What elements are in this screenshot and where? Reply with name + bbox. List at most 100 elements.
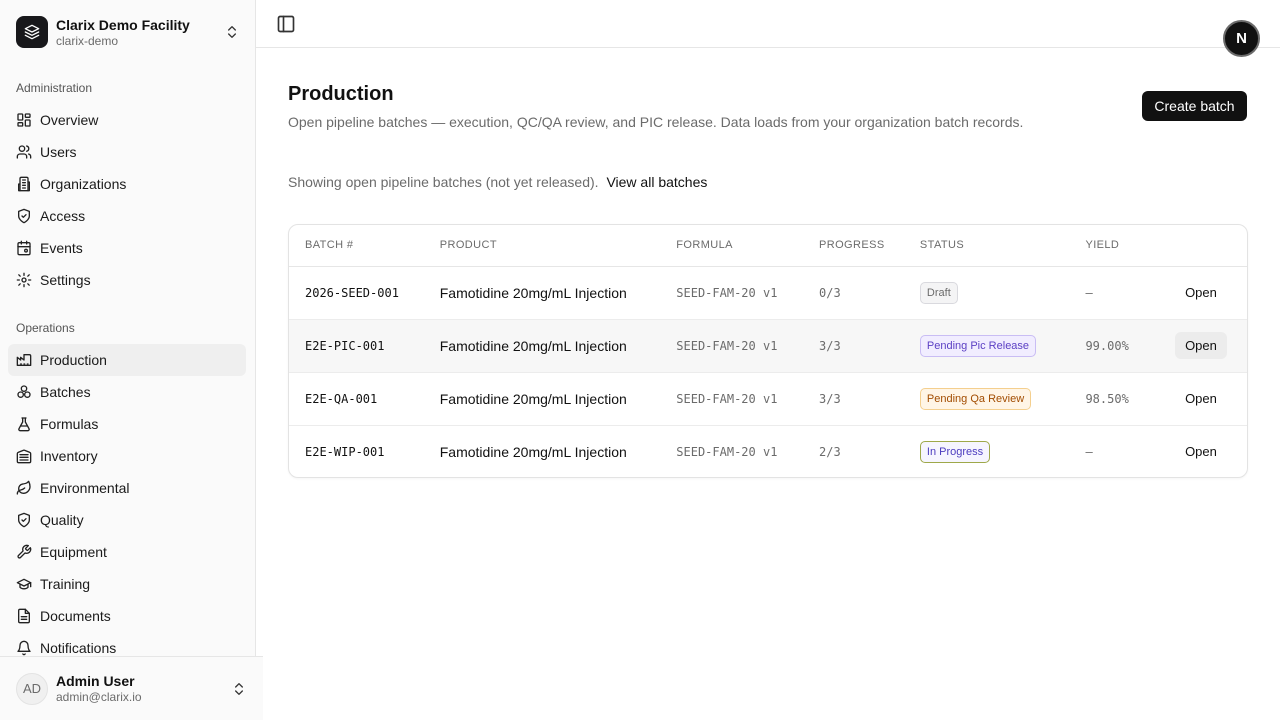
status-badge: Pending Pic Release — [919, 334, 1037, 357]
yield: — — [1085, 285, 1093, 300]
sidebar-item-label: Training — [40, 576, 91, 592]
sidebar-item-label: Events — [40, 240, 83, 256]
sidebar-item-organizations[interactable]: Organizations — [8, 168, 246, 200]
yield: 99.00% — [1085, 338, 1129, 353]
layers-logo-icon — [16, 16, 48, 48]
open-batch-button[interactable]: Open — [1175, 279, 1227, 306]
formula: SEED-FAM-20 v1 — [676, 338, 778, 353]
sidebar-item-label: Equipment — [40, 544, 107, 560]
progress: 0/3 — [819, 285, 841, 300]
warehouse-icon — [16, 448, 32, 464]
open-batch-button[interactable]: Open — [1175, 332, 1227, 359]
column-header-yield[interactable]: YIELD — [1069, 225, 1160, 267]
org-switcher[interactable]: Clarix Demo Facility clarix-demo — [8, 8, 248, 56]
user-text: Admin User admin@clarix.io — [56, 672, 231, 705]
action-cell: Open — [1159, 319, 1247, 372]
sidebar-item-label: Users — [40, 144, 77, 160]
sidebar-item-label: Organizations — [40, 176, 127, 192]
column-header-actions — [1159, 225, 1247, 267]
formula: SEED-FAM-20 v1 — [676, 444, 778, 459]
status-cell: Pending Qa Review — [904, 372, 1070, 425]
action-cell: Open — [1159, 266, 1247, 319]
product-name: Famotidine 20mg/mL Injection — [439, 337, 627, 354]
sidebar-item-label: Documents — [40, 608, 111, 624]
sidebar-item-label: Notifications — [40, 640, 117, 656]
batches-table-card: BATCH # PRODUCT FORMULA PROGRESS STATUS … — [288, 224, 1248, 478]
yield: 98.50% — [1085, 391, 1129, 406]
profile-badge[interactable]: N — [1223, 20, 1260, 57]
open-batch-button[interactable]: Open — [1175, 385, 1227, 412]
table-row[interactable]: E2E-WIP-001 Famotidine 20mg/mL Injection… — [289, 425, 1247, 477]
action-cell: Open — [1159, 425, 1247, 477]
sidebar-item-batches[interactable]: Batches — [8, 376, 246, 408]
wrench-icon — [16, 544, 32, 560]
org-slug: clarix-demo — [56, 33, 119, 48]
user-menu[interactable]: AD Admin User admin@clarix.io — [0, 656, 263, 720]
sidebar-item-label: Environmental — [40, 480, 130, 496]
factory-icon — [16, 352, 32, 368]
column-header-status[interactable]: STATUS — [903, 225, 1070, 267]
column-header-formula[interactable]: FORMULA — [660, 225, 804, 267]
leaf-icon — [16, 480, 32, 496]
filter-text: Showing open pipeline batches (not yet r… — [288, 174, 599, 190]
avatar: AD — [16, 672, 48, 705]
bell-icon — [16, 640, 32, 656]
section-label-administration: Administration — [16, 81, 93, 95]
sidebar-item-access[interactable]: Access — [8, 200, 246, 232]
sidebar-item-production[interactable]: Production — [8, 344, 246, 376]
sidebar-item-label: Inventory — [40, 448, 98, 464]
user-email: admin@clarix.io — [56, 690, 142, 704]
sidebar-item-inventory[interactable]: Inventory — [8, 440, 246, 472]
org-name: Clarix Demo Facility — [56, 16, 190, 33]
sidebar-item-settings[interactable]: Settings — [8, 264, 246, 296]
sidebar-item-events[interactable]: Events — [8, 232, 246, 264]
table-row[interactable]: E2E-PIC-001 Famotidine 20mg/mL Injection… — [289, 319, 1247, 372]
sidebar: Clarix Demo Facility clarix-demo Adminis… — [0, 0, 263, 720]
sidebar-item-documents[interactable]: Documents — [8, 600, 246, 632]
column-header-product[interactable]: PRODUCT — [423, 225, 661, 267]
sidebar-item-label: Settings — [40, 272, 91, 288]
table-row[interactable]: 2026-SEED-001 Famotidine 20mg/mL Injecti… — [289, 266, 1247, 319]
sidebar-item-equipment[interactable]: Equipment — [8, 536, 246, 568]
page-title: Production — [288, 83, 394, 105]
progress: 2/3 — [819, 444, 841, 459]
column-header-progress[interactable]: PROGRESS — [803, 225, 904, 267]
product-name: Famotidine 20mg/mL Injection — [439, 284, 627, 301]
column-header-batch[interactable]: BATCH # — [289, 225, 424, 267]
table-row[interactable]: E2E-QA-001 Famotidine 20mg/mL Injection … — [289, 372, 1247, 425]
status-badge: Pending Qa Review — [919, 387, 1032, 410]
status-cell: In Progress — [904, 425, 1070, 477]
open-batch-button[interactable]: Open — [1175, 438, 1227, 465]
batch-number: E2E-WIP-001 — [305, 444, 385, 459]
progress: 3/3 — [819, 338, 841, 353]
yield: — — [1085, 444, 1093, 459]
shield-check-icon — [16, 208, 32, 224]
sidebar-item-formulas[interactable]: Formulas — [8, 408, 246, 440]
chevrons-up-down-icon — [228, 26, 236, 38]
sidebar-item-label: Quality — [40, 512, 84, 528]
sidebar-toggle-icon[interactable] — [276, 14, 296, 34]
progress: 3/3 — [819, 391, 841, 406]
sidebar-item-overview[interactable]: Overview — [8, 104, 246, 136]
calendar-icon — [16, 240, 32, 256]
view-all-batches-link[interactable]: View all batches — [606, 174, 707, 190]
action-cell: Open — [1159, 372, 1247, 425]
section-label-operations: Operations — [16, 321, 75, 335]
sidebar-item-label: Batches — [40, 384, 91, 400]
formula: SEED-FAM-20 v1 — [676, 391, 778, 406]
chevrons-up-down-icon — [235, 682, 243, 695]
batch-number: E2E-PIC-001 — [305, 338, 385, 353]
sidebar-item-quality[interactable]: Quality — [8, 504, 246, 536]
sidebar-item-training[interactable]: Training — [8, 568, 246, 600]
page-description: Open pipeline batches — execution, QC/QA… — [288, 114, 1024, 130]
batch-number: E2E-QA-001 — [305, 391, 378, 406]
app-root: Clarix Demo Facility clarix-demo Adminis… — [0, 0, 1280, 720]
formula: SEED-FAM-20 v1 — [676, 285, 778, 300]
sidebar-item-users[interactable]: Users — [8, 136, 246, 168]
status-badge: Draft — [919, 281, 958, 304]
sidebar-item-environmental[interactable]: Environmental — [8, 472, 246, 504]
product-name: Famotidine 20mg/mL Injection — [439, 443, 627, 460]
create-batch-button[interactable]: Create batch — [1142, 91, 1247, 121]
product-name: Famotidine 20mg/mL Injection — [439, 390, 627, 407]
status-cell: Draft — [904, 266, 1070, 319]
